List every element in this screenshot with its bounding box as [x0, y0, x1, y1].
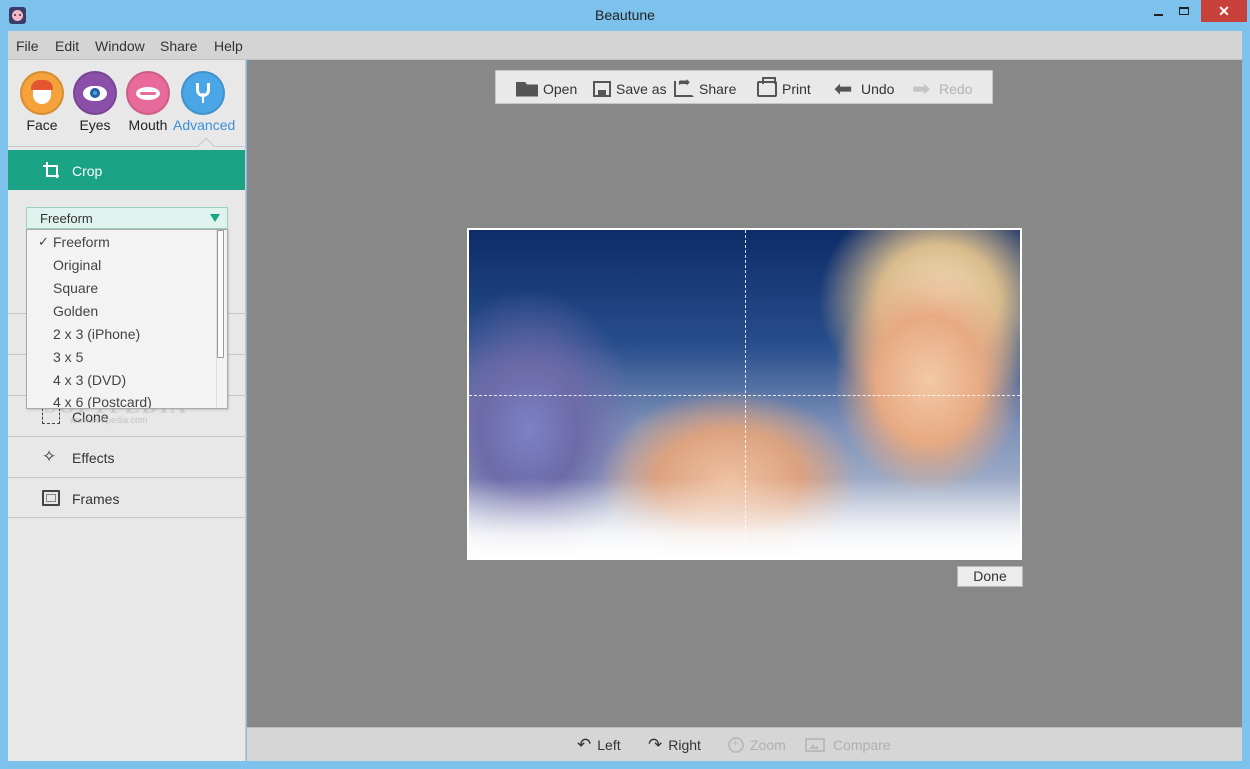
redo-icon: ➡ [912, 76, 931, 101]
option-golden[interactable]: Golden [53, 303, 98, 319]
save-as-button[interactable]: Save as [593, 79, 667, 99]
category-mouth-label: Mouth [128, 117, 168, 133]
tool-effects[interactable]: ✧ Effects [8, 436, 245, 477]
photo-canvas[interactable] [467, 228, 1022, 560]
frame-icon [42, 490, 60, 506]
zoom-icon [728, 736, 744, 753]
dropdown-arrow-icon [210, 214, 220, 222]
tool-frames-label: Frames [72, 491, 120, 507]
image-icon [805, 738, 825, 752]
option-freeform[interactable]: Freeform [53, 234, 110, 250]
menu-edit[interactable]: Edit [55, 38, 79, 54]
category-mouth[interactable]: Mouth [118, 71, 178, 133]
option-3x5[interactable]: 3 x 5 [53, 349, 83, 365]
watermark-url: www.softpedia.com [70, 415, 148, 425]
crop-ratio-selected: Freeform [40, 211, 93, 226]
share-button[interactable]: Share [674, 73, 737, 99]
category-eyes[interactable]: Eyes [65, 71, 125, 133]
compare-label: Compare [833, 737, 891, 753]
window-title: Beautune [595, 7, 655, 23]
category-advanced[interactable]: Advanced [173, 71, 236, 133]
option-dvd[interactable]: 4 x 3 (DVD) [53, 372, 126, 388]
undo-icon: ⬅ [834, 76, 853, 101]
magic-wand-icon: ✧ [42, 447, 57, 466]
crop-ratio-options: ✓ Freeform Original Square Golden 2 x 3 … [26, 229, 228, 409]
printer-icon [757, 77, 777, 97]
category-face-label: Face [26, 117, 58, 133]
save-icon [593, 81, 611, 97]
redo-label: Redo [939, 81, 973, 97]
undo-button[interactable]: ⬅ Undo [834, 76, 895, 101]
close-button[interactable]: ✕ [1201, 0, 1247, 22]
eye-icon [73, 71, 117, 115]
share-label: Share [699, 81, 737, 97]
checkmark-icon: ✓ [38, 234, 49, 249]
dropdown-scrollbar[interactable] [217, 230, 224, 358]
zoom-button[interactable]: Zoom [728, 736, 786, 753]
open-button[interactable]: Open [516, 79, 577, 99]
save-as-label: Save as [616, 81, 667, 97]
category-advanced-label: Advanced [173, 117, 236, 133]
option-square[interactable]: Square [53, 280, 98, 296]
option-postcard[interactable]: 4 x 6 (Postcard) [53, 394, 152, 408]
option-iphone[interactable]: 2 x 3 (iPhone) [53, 326, 140, 342]
zoom-label: Zoom [750, 737, 786, 753]
close-icon: ✕ [1218, 2, 1230, 19]
rotate-right-button[interactable]: ↷ Right [648, 735, 701, 754]
tool-effects-label: Effects [72, 450, 115, 466]
redo-button[interactable]: ➡ Redo [912, 76, 973, 101]
category-face[interactable]: Face [12, 71, 72, 133]
menu-window[interactable]: Window [95, 38, 145, 54]
maximize-icon [1179, 7, 1189, 15]
crop-ratio-select[interactable]: Freeform [26, 207, 228, 229]
done-button[interactable]: Done [957, 566, 1023, 587]
lips-icon [126, 71, 170, 115]
crop-guide-vertical[interactable] [745, 230, 746, 558]
top-toolbar: Open Save as Share Print ⬅ Undo ➡ Redo [495, 70, 993, 104]
menu-help[interactable]: Help [214, 38, 243, 54]
minimize-icon [1153, 14, 1163, 16]
crop-label: Crop [72, 163, 103, 179]
menu-bar: File Edit Window Share Help [8, 31, 1242, 60]
crop-guide-horizontal[interactable] [469, 395, 1020, 396]
category-eyes-label: Eyes [79, 117, 111, 133]
tool-frames[interactable]: Frames [8, 477, 245, 518]
undo-label: Undo [861, 81, 895, 97]
tulip-icon [181, 71, 225, 115]
share-icon [674, 73, 694, 97]
title-bar: Beautune ✕ [0, 0, 1250, 31]
open-label: Open [543, 81, 578, 97]
compare-button[interactable]: Compare [805, 737, 891, 753]
crop-tool-header[interactable]: Crop [8, 150, 245, 190]
tools-panel: Face Eyes Mouth Advanced Crop Clone ✧ Ef [8, 60, 246, 761]
option-original[interactable]: Original [53, 257, 101, 273]
canvas-area: Open Save as Share Print ⬅ Undo ➡ Redo [247, 60, 1242, 727]
rotate-right-label: Right [668, 737, 701, 753]
menu-share[interactable]: Share [160, 38, 197, 54]
rotate-left-label: Left [597, 737, 621, 753]
app-window: Beautune ✕ File Edit Window Share Help F… [0, 0, 1250, 769]
folder-open-icon [516, 81, 538, 97]
minimize-button[interactable] [1144, 0, 1172, 22]
menu-file[interactable]: File [16, 38, 39, 54]
print-label: Print [782, 81, 811, 97]
crop-icon [43, 162, 59, 178]
rotate-right-icon: ↷ [648, 735, 663, 754]
face-icon [20, 71, 64, 115]
bottom-toolbar: ↶ Left ↷ Right Zoom Compare [247, 727, 1242, 761]
maximize-button[interactable] [1170, 0, 1198, 22]
print-button[interactable]: Print [757, 77, 811, 99]
rotate-left-button[interactable]: ↶ Left [577, 735, 621, 754]
rotate-left-icon: ↶ [577, 735, 592, 754]
